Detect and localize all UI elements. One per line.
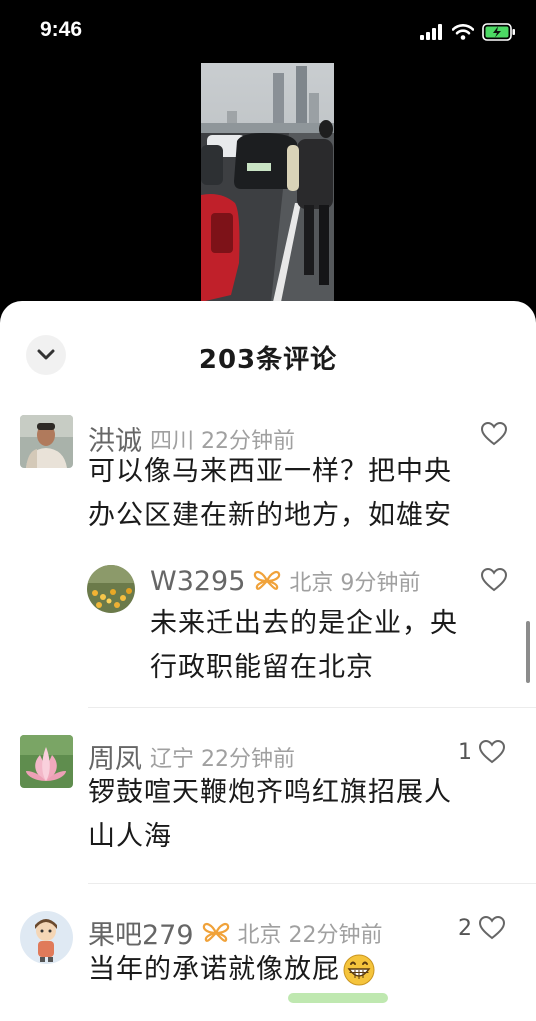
- status-bar: 9:46: [0, 0, 536, 62]
- avatar-cartoon-image: [20, 911, 73, 964]
- comment-text: 锣鼓喧天鞭炮齐鸣红旗招展人 山人海: [88, 774, 508, 856]
- comment-text-line: 锣鼓喧天鞭炮齐鸣红旗招展人: [88, 777, 452, 808]
- bottom-indicator: [288, 993, 388, 1003]
- like-count: 2: [458, 915, 472, 941]
- like-button[interactable]: 1: [458, 739, 506, 765]
- signal-icon: [420, 24, 442, 40]
- comment-header: 果吧279 北京 22分钟前: [88, 913, 383, 952]
- comment-text-line: 可以像马来西亚一样？把中央: [88, 456, 452, 487]
- comment-text-line: 当年的承诺就像放屁: [88, 954, 340, 985]
- battery-charging-icon: [482, 23, 515, 41]
- divider: [88, 883, 536, 884]
- butterfly-badge-icon: [202, 922, 229, 942]
- avatar[interactable]: [87, 565, 135, 613]
- grinning-emoji-icon: [343, 954, 375, 986]
- comment-count-title: 203条评论: [198, 345, 338, 375]
- comment-meta: 辽宁 22分钟前: [150, 746, 295, 772]
- avatar-lotus-image: [20, 735, 73, 788]
- comment-text-line: 行政职能留在北京: [150, 652, 374, 683]
- heart-outline-icon: [478, 915, 506, 940]
- video-scene-image: [201, 63, 334, 302]
- comment-author[interactable]: 果吧279: [88, 913, 194, 952]
- comment-author[interactable]: W3295: [150, 566, 245, 597]
- heart-outline-icon: [478, 739, 506, 764]
- divider: [88, 707, 536, 708]
- comment-author[interactable]: 周凤: [88, 737, 142, 776]
- comment-text: 可以像马来西亚一样？把中央 办公区建在新的地方，如雄安: [88, 453, 508, 535]
- avatar-flowers-image: [87, 565, 135, 613]
- comment-header: W3295 北京 9分钟前: [150, 565, 420, 597]
- comment-meta: 北京 22分钟前: [237, 922, 383, 948]
- comment-header: 周凤 辽宁 22分钟前: [88, 737, 295, 776]
- avatar-photo-image: [20, 415, 73, 468]
- video-thumbnail[interactable]: [201, 63, 334, 302]
- wifi-icon: [452, 24, 474, 40]
- comment-text-line: 山人海: [88, 821, 172, 852]
- comment-text-line: 办公区建在新的地方，如雄安: [88, 500, 452, 531]
- comment-text: 当年的承诺就像放屁: [88, 951, 508, 989]
- heart-outline-icon: [480, 421, 508, 446]
- butterfly-badge-icon: [254, 570, 281, 590]
- comment-meta: 四川 22分钟前: [150, 428, 295, 454]
- like-button[interactable]: 2: [458, 915, 506, 941]
- comment-text: 未来迁出去的是企业，央 行政职能留在北京: [150, 605, 500, 687]
- like-button[interactable]: [480, 567, 508, 593]
- comment-sheet: 203条评论 洪诚 四川 22分钟前 可以像马来西亚一样？把中央 办公区建在新的…: [0, 301, 536, 1021]
- heart-outline-icon: [480, 567, 508, 592]
- avatar[interactable]: [20, 415, 73, 468]
- comment-text-line: 未来迁出去的是企业，央: [150, 608, 458, 639]
- avatar[interactable]: [20, 911, 73, 964]
- like-button[interactable]: [480, 421, 508, 447]
- like-count: 1: [458, 739, 472, 765]
- avatar[interactable]: [20, 735, 73, 788]
- status-icons: [420, 20, 516, 44]
- comment-meta: 北京 9分钟前: [289, 571, 421, 596]
- scrollbar[interactable]: [526, 621, 530, 683]
- status-time: 9:46: [40, 18, 83, 41]
